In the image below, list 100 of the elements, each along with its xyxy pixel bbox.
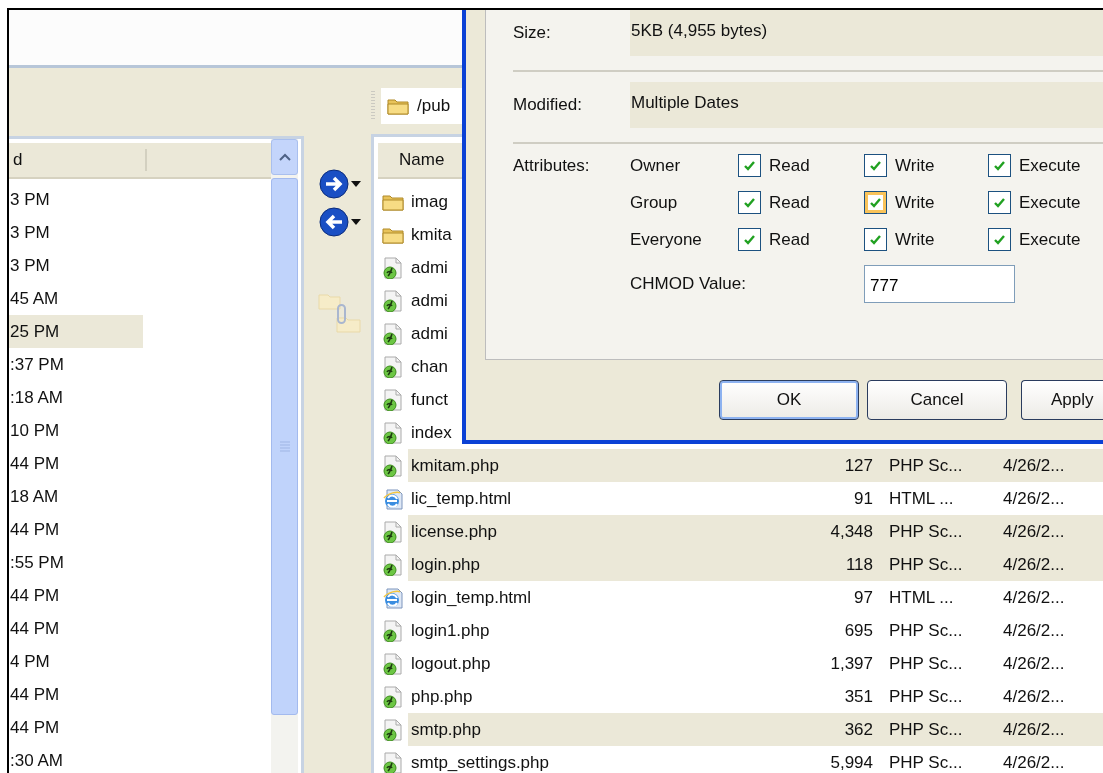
file-size: 118 <box>844 554 873 575</box>
file-name: php.php <box>410 686 474 707</box>
dialog-button[interactable]: Apply <box>1021 380 1103 420</box>
list-item[interactable]: 44 PM <box>9 513 143 546</box>
check-icon <box>993 159 1006 172</box>
php-file-icon <box>382 553 404 576</box>
check-icon <box>869 196 882 209</box>
php-file-icon <box>382 355 404 378</box>
role-label: Owner <box>630 155 682 176</box>
toolbar-grip-icon <box>371 90 375 122</box>
permission-checkbox[interactable]: Execute <box>988 228 1103 251</box>
list-item[interactable]: 25 PM <box>9 315 143 348</box>
file-row[interactable]: smtp_settings.php 5,994 PHP Sc... 4/26/2... <box>408 746 1103 773</box>
file-size: 97 <box>853 587 873 608</box>
file-date: 4/26/2... <box>1002 455 1065 476</box>
file-date: 4/26/2... <box>1002 620 1065 641</box>
list-item[interactable]: :18 AM <box>9 381 143 414</box>
field-value: Multiple Dates <box>630 82 1103 128</box>
file-size: 91 <box>853 488 873 509</box>
file-row[interactable]: smtp.php 362 PHP Sc... 4/26/2... <box>408 713 1103 746</box>
file-name: admi <box>410 323 448 344</box>
file-type: HTML ... <box>888 587 955 608</box>
file-row[interactable]: login1.php 695 PHP Sc... 4/26/2... <box>408 614 1103 647</box>
file-row[interactable]: login_temp.html 97 HTML ... 4/26/2... <box>408 581 1103 614</box>
check-icon <box>743 159 756 172</box>
list-item[interactable]: 44 PM <box>9 612 143 645</box>
list-item[interactable]: 3 PM <box>9 183 143 216</box>
file-type: PHP Sc... <box>888 521 964 542</box>
path-text: /pub <box>417 96 451 116</box>
folder-icon <box>387 96 409 116</box>
file-name: license.php <box>410 521 498 542</box>
check-icon <box>743 233 756 246</box>
file-size: 1,397 <box>829 653 873 674</box>
file-name: login_temp.html <box>410 587 532 608</box>
permission-checkbox[interactable]: Read <box>738 154 864 177</box>
file-type: HTML ... <box>888 488 955 509</box>
file-type: PHP Sc... <box>888 653 964 674</box>
dialog-button[interactable]: OK <box>719 380 859 420</box>
permission-checkbox[interactable]: Execute <box>988 191 1103 214</box>
php-file-icon <box>382 256 404 279</box>
file-date: 4/26/2... <box>1002 719 1065 740</box>
php-file-icon <box>382 388 404 411</box>
file-date: 4/26/2... <box>1002 686 1065 707</box>
list-item[interactable]: 10 PM <box>9 414 143 447</box>
file-row[interactable]: kmitam.php 127 PHP Sc... 4/26/2... <box>408 449 1103 482</box>
caret-up-icon <box>277 152 292 162</box>
php-file-icon <box>382 289 404 312</box>
file-size: 4,348 <box>829 521 873 542</box>
list-item[interactable]: 45 AM <box>9 282 143 315</box>
permission-checkbox[interactable]: Read <box>738 228 864 251</box>
file-row[interactable]: php.php 351 PHP Sc... 4/26/2... <box>408 680 1103 713</box>
list-item[interactable]: 44 PM <box>9 711 143 744</box>
list-item[interactable]: 3 PM <box>9 216 143 249</box>
php-file-icon <box>382 322 404 345</box>
dialog-button[interactable]: Cancel <box>867 380 1007 420</box>
scrollbar[interactable] <box>271 139 298 773</box>
file-date: 4/26/2... <box>1002 488 1065 509</box>
field-label: Modified: <box>513 95 583 115</box>
check-icon <box>743 196 756 209</box>
permission-checkbox[interactable]: Write <box>864 228 988 251</box>
permission-checkbox[interactable]: Write <box>864 191 988 214</box>
list-item[interactable]: 44 PM <box>9 678 143 711</box>
file-size: 351 <box>843 686 873 707</box>
chmod-input[interactable]: 777 <box>864 265 1015 303</box>
list-item[interactable]: :37 PM <box>9 348 143 381</box>
download-button[interactable] <box>317 206 361 238</box>
caret-down-icon <box>350 181 361 187</box>
scroll-thumb[interactable] <box>271 178 298 715</box>
file-name: admi <box>410 257 448 278</box>
file-date: 4/26/2... <box>1002 521 1065 542</box>
file-size: 695 <box>843 620 873 641</box>
file-row[interactable]: logout.php 1,397 PHP Sc... 4/26/2... <box>408 647 1103 680</box>
upload-button[interactable] <box>317 168 361 200</box>
file-size: 362 <box>843 719 873 740</box>
web-page-icon <box>382 586 404 609</box>
file-row[interactable]: lic_temp.html 91 HTML ... 4/26/2... <box>408 482 1103 515</box>
permission-checkbox[interactable]: Execute <box>988 154 1103 177</box>
file-name: index <box>410 422 452 443</box>
file-row[interactable]: license.php 4,348 PHP Sc... 4/26/2... <box>408 515 1103 548</box>
list-item[interactable]: 44 PM <box>9 579 143 612</box>
file-size: 5,994 <box>829 752 873 773</box>
file-name: kmitam.php <box>410 455 500 476</box>
check-icon <box>993 196 1006 209</box>
file-type: PHP Sc... <box>888 752 964 773</box>
list-item[interactable]: 4 PM <box>9 645 143 678</box>
php-file-icon <box>382 685 404 708</box>
list-item[interactable]: 44 PM <box>9 447 143 480</box>
permission-checkbox[interactable]: Write <box>864 154 988 177</box>
php-file-icon <box>382 619 404 642</box>
list-item[interactable]: 18 AM <box>9 480 143 513</box>
linked-folders-icon <box>317 292 363 334</box>
list-item[interactable]: :30 AM <box>9 744 143 773</box>
list-item[interactable]: :55 PM <box>9 546 143 579</box>
scroll-up-button[interactable] <box>271 139 298 175</box>
file-row[interactable]: login.php 118 PHP Sc... 4/26/2... <box>408 548 1103 581</box>
check-icon <box>869 233 882 246</box>
list-item[interactable]: 3 PM <box>9 249 143 282</box>
check-icon <box>993 233 1006 246</box>
permission-checkbox[interactable]: Read <box>738 191 864 214</box>
role-label: Group <box>630 192 679 213</box>
